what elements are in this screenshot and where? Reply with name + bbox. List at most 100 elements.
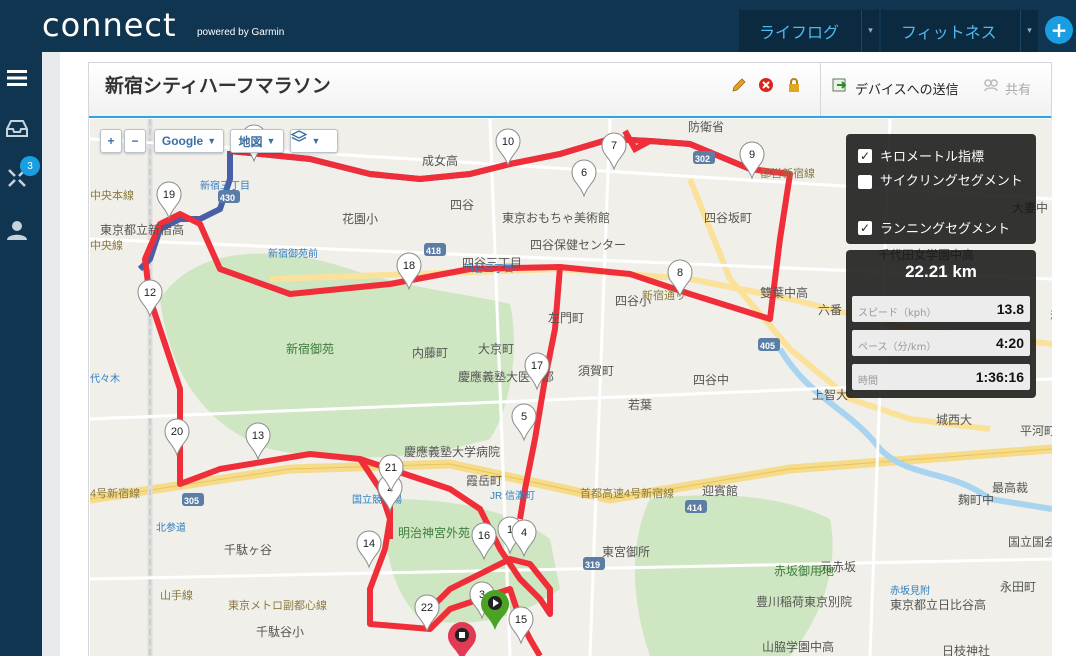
checkbox-cycling-segments[interactable] xyxy=(858,175,872,189)
send-to-device-icon[interactable] xyxy=(832,77,848,93)
map-label-area: 千駄ヶ谷 xyxy=(224,542,272,557)
map-label-shield: 302 xyxy=(695,154,710,164)
map-label-poi: 山脇学園中高 xyxy=(762,639,834,654)
layers-icon xyxy=(291,130,307,142)
connect-logo[interactable]: connect xyxy=(42,6,177,44)
km-marker[interactable]: 12 xyxy=(137,279,163,318)
map-label-poi: 城西大 xyxy=(936,413,972,427)
inbox-icon[interactable] xyxy=(5,116,29,140)
user-icon[interactable] xyxy=(5,218,29,242)
marker-label: 4 xyxy=(521,527,527,539)
map-label-area: 霞岳町 xyxy=(466,474,502,488)
tab-lifelog[interactable]: ライフログ ▾ xyxy=(739,10,879,52)
add-button[interactable]: + xyxy=(1045,16,1073,44)
marker-label: 9 xyxy=(749,149,755,161)
map-label-area: 永田町 xyxy=(1000,580,1036,594)
park-shinjuku-gyoen xyxy=(160,253,514,458)
map-legend: ✓ キロメートル指標 サイクリングセグメント ✓ ランニングセグメント xyxy=(846,134,1036,244)
marker-label: 22 xyxy=(421,602,433,614)
marker-label: 10 xyxy=(502,136,514,148)
street xyxy=(90,557,1052,581)
map-provider-select[interactable]: Google ▼ xyxy=(154,129,224,153)
marker-label: 8 xyxy=(677,267,683,279)
map-label-road: 都営新宿線 xyxy=(760,166,815,180)
menu-icon[interactable] xyxy=(5,66,29,90)
marker-label: 20 xyxy=(171,426,183,438)
marker-label: 21 xyxy=(385,462,397,474)
km-marker[interactable]: 13 xyxy=(245,422,271,461)
map-label-area: 内藤町 xyxy=(412,346,448,360)
map-provider-label: Google xyxy=(161,134,204,148)
map-label-park: 明治神宮外苑 xyxy=(398,525,470,540)
map-label-station: 新宿御苑前 xyxy=(268,247,318,260)
map-label-station: 北参道 xyxy=(156,521,186,534)
marker-label: 13 xyxy=(252,430,264,442)
zoom-in-button[interactable]: + xyxy=(100,129,122,153)
checkbox-running-segments[interactable]: ✓ xyxy=(858,221,872,235)
km-marker[interactable]: 20 xyxy=(164,418,190,457)
map-label-poi: 迎賓館 xyxy=(702,483,738,498)
chevron-down-icon[interactable]: ▾ xyxy=(861,10,879,52)
map-label-poi: 四谷中 xyxy=(693,372,729,387)
map-label-poi: 防衛省 xyxy=(688,119,724,134)
map-label-area: 四谷坂町 xyxy=(704,211,752,225)
send-to-device-button[interactable]: デバイスへの送信 xyxy=(855,79,959,98)
marker-label: 19 xyxy=(163,189,175,201)
map-label-poi: 慶應義塾大学病院 xyxy=(404,444,500,459)
km-marker[interactable]: 6 xyxy=(571,159,597,198)
finish-pin-icon[interactable] xyxy=(448,622,476,656)
map-label-poi: 日枝神社 xyxy=(942,643,990,656)
map-label-shield: 430 xyxy=(220,193,235,203)
legend-label: サイクリングセグメント xyxy=(880,174,1023,189)
chevron-down-icon[interactable]: ▾ xyxy=(1020,10,1038,52)
card-header: 新宿シティハーフマラソン デバイスへの送信 共有 xyxy=(89,63,1051,118)
map-layers-button[interactable]: ▼ xyxy=(290,129,338,153)
legend-km-markers[interactable]: ✓ キロメートル指標 xyxy=(858,146,984,165)
map-label-poi: 雙葉中高 xyxy=(760,285,808,300)
map-label-poi: 東京都立日比谷高 xyxy=(890,597,986,612)
map-label-road: 山手線 xyxy=(160,588,193,602)
legend-running-segments[interactable]: ✓ ランニングセグメント xyxy=(858,218,1010,237)
legend-label: ランニングセグメント xyxy=(880,222,1011,237)
share-icon[interactable] xyxy=(983,77,999,93)
map-label-shield: 305 xyxy=(184,496,199,506)
checkbox-km-markers[interactable]: ✓ xyxy=(858,149,872,163)
stat-label: スピード（kph） xyxy=(858,308,937,319)
map-label-area: 元赤坂 xyxy=(820,560,856,574)
stat-value: 4:20 xyxy=(995,335,1024,351)
stat-value: 1:36:16 xyxy=(975,369,1024,385)
stat-time: 時間 1:36:16 xyxy=(852,364,1030,390)
tab-fitness[interactable]: フィットネス ▾ xyxy=(881,10,1038,52)
delete-icon[interactable] xyxy=(758,77,774,93)
stat-label: ペース（分/km） xyxy=(858,342,937,353)
marker-label: 6 xyxy=(581,167,587,179)
map-label-area: 四谷 xyxy=(450,198,474,212)
km-marker[interactable]: 7 xyxy=(601,132,627,171)
km-marker[interactable]: 5 xyxy=(511,403,537,442)
notification-badge: 3 xyxy=(20,156,40,176)
map-label-station: 代々木 xyxy=(90,373,120,385)
start-pin-icon[interactable] xyxy=(481,590,509,630)
map-label-station: JR 信濃町 xyxy=(490,489,535,502)
share-button[interactable]: 共有 xyxy=(1005,79,1031,98)
zoom-out-button[interactable]: − xyxy=(124,129,146,153)
road-expressway xyxy=(90,444,1052,504)
map-label-poi: 最高裁 xyxy=(992,480,1028,495)
distance-value: 22.21 km xyxy=(905,262,977,281)
km-marker[interactable]: 10 xyxy=(495,128,521,167)
sidebar xyxy=(0,52,42,656)
map-label-station: 赤坂見附 xyxy=(890,584,930,597)
marker-label: 5 xyxy=(521,411,527,423)
stat-speed: スピード（kph） 13.8 xyxy=(852,296,1030,322)
top-bar: connect powered by Garmin ライフログ ▾ フィットネス… xyxy=(0,0,1076,52)
street xyxy=(588,119,612,656)
legend-cycling-segments[interactable]: サイクリングセグメント xyxy=(858,172,1028,191)
edit-pencil-icon[interactable] xyxy=(731,77,747,93)
stat-pace: ペース（分/km） 4:20 xyxy=(852,330,1030,356)
map-label-area: 四谷三丁目 xyxy=(462,256,522,270)
map-label-poi: 国立国会 xyxy=(1008,534,1052,549)
map-label-shield: 414 xyxy=(687,503,702,513)
map-label-road: 中央本線 xyxy=(90,188,134,202)
lock-icon[interactable] xyxy=(786,77,802,93)
map-type-select[interactable]: 地図 ▼ xyxy=(230,129,284,153)
